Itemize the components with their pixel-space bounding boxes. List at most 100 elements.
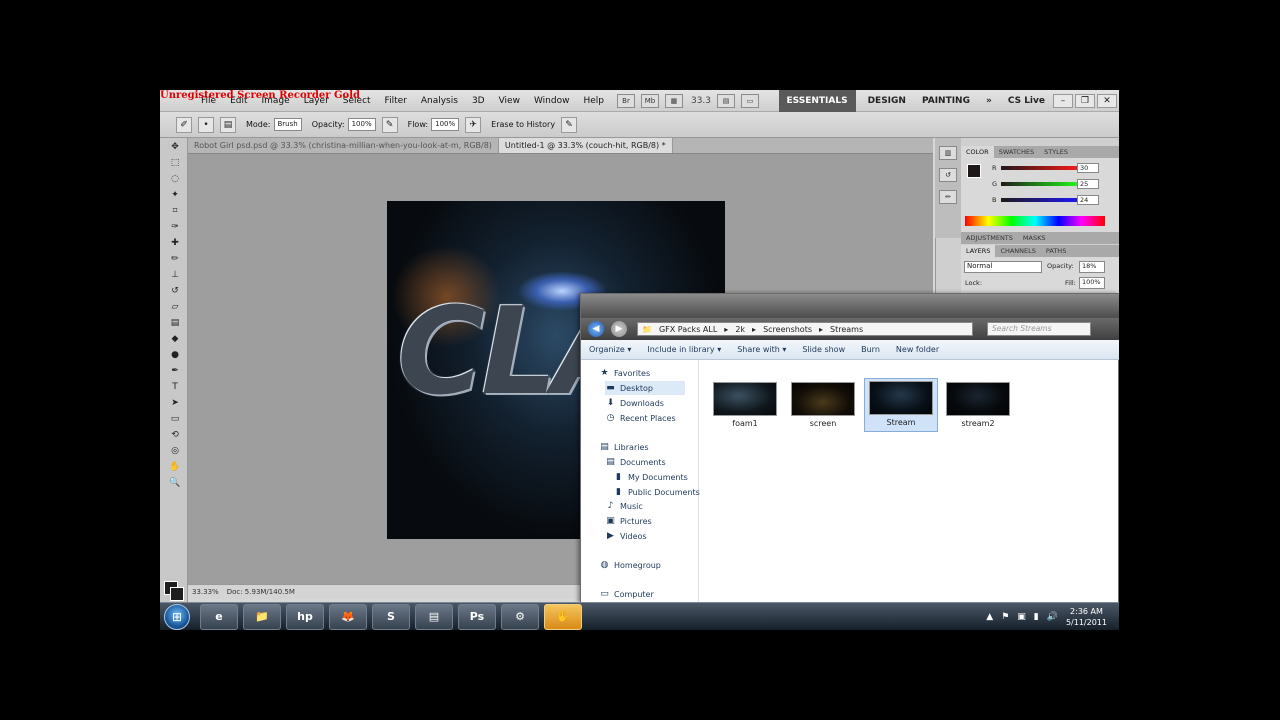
brush-panel-icon[interactable]: ▤: [220, 116, 236, 133]
background-color-swatch[interactable]: [170, 587, 184, 601]
menu-window[interactable]: Window: [527, 96, 577, 106]
brush-size-icon[interactable]: •: [198, 116, 214, 133]
pressure-size-icon[interactable]: ✎: [561, 116, 578, 133]
restore-icon[interactable]: ❐: [1075, 93, 1095, 108]
share-with-button[interactable]: Share with ▾: [729, 345, 794, 354]
blur-tool-icon[interactable]: ◆: [167, 332, 183, 346]
tab-swatches[interactable]: SWATCHES: [994, 146, 1039, 158]
nav-desktop[interactable]: ▬ Desktop: [605, 381, 685, 395]
brush-presets-icon[interactable]: ✏: [939, 190, 957, 204]
taskbar-skype-icon[interactable]: S: [372, 603, 410, 630]
file-thumbnail[interactable]: stream2: [946, 382, 1010, 428]
network-icon[interactable]: ▮: [1034, 612, 1039, 622]
quick-select-icon[interactable]: ✦: [167, 188, 183, 202]
tab-channels[interactable]: CHANNELS: [995, 245, 1040, 257]
color-spectrum[interactable]: [965, 216, 1105, 226]
blend-mode-select[interactable]: Normal: [964, 261, 1042, 273]
r-slider[interactable]: [1001, 166, 1081, 170]
tab-layers[interactable]: LAYERS: [961, 245, 996, 257]
taskbar-ie-icon[interactable]: e: [200, 603, 238, 630]
close-icon[interactable]: ✕: [1097, 93, 1117, 108]
eraser-tool-preset-icon[interactable]: ✐: [176, 116, 192, 133]
file-thumbnail[interactable]: foam1: [713, 382, 777, 428]
taskbar-firefox-icon[interactable]: 🦊: [329, 603, 367, 630]
burn-button[interactable]: Burn: [853, 345, 888, 354]
tab-color[interactable]: COLOR: [961, 146, 994, 158]
menu-view[interactable]: View: [492, 96, 527, 106]
menu-3d[interactable]: 3D: [465, 96, 492, 106]
file-thumbnail[interactable]: screen: [791, 382, 855, 428]
color-fg-swatch[interactable]: [967, 164, 981, 178]
tab-adjustments[interactable]: ADJUSTMENTS: [961, 232, 1018, 244]
clock[interactable]: 2:36 AM 5/11/2011: [1066, 606, 1107, 628]
workspace-more[interactable]: »: [978, 90, 1000, 112]
forward-icon[interactable]: ▶: [611, 321, 627, 337]
workspace-design[interactable]: DESIGN: [860, 90, 914, 112]
screen-mode-icon[interactable]: ▭: [741, 93, 760, 108]
taskbar-winrar-icon[interactable]: ▤: [415, 603, 453, 630]
minibridge-icon[interactable]: Mb: [640, 93, 659, 108]
crumb-2k[interactable]: 2k: [735, 325, 745, 334]
b-value[interactable]: 24: [1077, 195, 1099, 205]
gradient-tool-icon[interactable]: ▤: [167, 316, 183, 330]
crumb-streams[interactable]: Streams: [830, 325, 863, 334]
flag-icon[interactable]: ⚑: [1001, 612, 1009, 622]
menu-filter[interactable]: Filter: [378, 96, 414, 106]
menu-analysis[interactable]: Analysis: [414, 96, 465, 106]
g-value[interactable]: 25: [1077, 179, 1099, 189]
back-icon[interactable]: ◀: [588, 321, 604, 337]
include-library-button[interactable]: Include in library ▾: [639, 345, 729, 354]
search-input[interactable]: Search Streams: [987, 322, 1091, 336]
history-brush-icon[interactable]: ↺: [167, 284, 183, 298]
file-thumbnail[interactable]: Stream: [864, 378, 938, 432]
path-select-icon[interactable]: ➤: [167, 396, 183, 410]
move-tool-icon[interactable]: ✥: [167, 140, 183, 154]
status-zoom[interactable]: 33.33%: [188, 588, 223, 596]
menu-help[interactable]: Help: [576, 96, 611, 106]
nav-computer[interactable]: ▭ Computer: [599, 587, 654, 601]
slide-show-button[interactable]: Slide show: [794, 345, 853, 354]
minimize-icon[interactable]: –: [1053, 93, 1073, 108]
taskbar-hp-icon[interactable]: hp: [286, 603, 324, 630]
b-slider[interactable]: [1001, 198, 1081, 202]
taskbar-recorder-icon[interactable]: ✋: [544, 603, 582, 630]
marquee-tool-icon[interactable]: ⬚: [167, 156, 183, 170]
nav-public-documents[interactable]: ▮ Public Documents: [613, 485, 700, 499]
flow-field[interactable]: 100%: [431, 118, 460, 131]
histogram-icon[interactable]: ▥: [939, 146, 957, 160]
opacity-field[interactable]: 100%: [347, 118, 376, 131]
zoom-tool-icon[interactable]: 🔍: [167, 476, 183, 490]
g-slider[interactable]: [1001, 182, 1081, 186]
tab-robot-girl[interactable]: Robot Girl psd.psd @ 33.3% (christina-mi…: [188, 138, 499, 153]
airbrush-icon[interactable]: ✈: [465, 116, 482, 133]
taskbar-app-icon[interactable]: ⚙: [501, 603, 539, 630]
history-icon[interactable]: ↺: [939, 168, 957, 182]
tray-arrow-icon[interactable]: ▲: [986, 612, 993, 622]
crumb-gfx[interactable]: GFX Packs ALL: [659, 325, 717, 334]
new-folder-button[interactable]: New folder: [888, 345, 947, 354]
nav-favorites[interactable]: ★ Favorites: [599, 366, 650, 380]
cs-live-button[interactable]: CS Live: [1000, 90, 1053, 112]
workspace-essentials[interactable]: ESSENTIALS: [778, 90, 856, 112]
device-icon[interactable]: ▣: [1017, 612, 1026, 622]
nav-music[interactable]: ♪ Music: [605, 499, 643, 513]
workspace-painting[interactable]: PAINTING: [914, 90, 978, 112]
lasso-tool-icon[interactable]: ◌: [167, 172, 183, 186]
start-button[interactable]: ⊞: [164, 603, 190, 630]
view-extras-icon[interactable]: ▦: [664, 93, 683, 108]
tab-masks[interactable]: MASKS: [1018, 232, 1051, 244]
dodge-tool-icon[interactable]: ●: [167, 348, 183, 362]
nav-homegroup[interactable]: ◍ Homegroup: [599, 558, 661, 572]
arrange-docs-icon[interactable]: ▤: [717, 93, 736, 108]
r-value[interactable]: 30: [1077, 163, 1099, 173]
tab-untitled-1[interactable]: Untitled-1 @ 33.3% (couch-hit, RGB/8) *: [498, 138, 673, 153]
explorer-titlebar[interactable]: [581, 294, 1119, 318]
volume-icon[interactable]: 🔊: [1047, 612, 1058, 622]
mode-select[interactable]: Brush: [273, 118, 302, 131]
nav-pictures[interactable]: ▣ Pictures: [605, 514, 651, 528]
shape-tool-icon[interactable]: ▭: [167, 412, 183, 426]
crop-tool-icon[interactable]: ⌗: [167, 204, 183, 218]
clone-stamp-icon[interactable]: ⊥: [167, 268, 183, 282]
3d-rotate-icon[interactable]: ⟲: [167, 428, 183, 442]
type-tool-icon[interactable]: T: [167, 380, 183, 394]
